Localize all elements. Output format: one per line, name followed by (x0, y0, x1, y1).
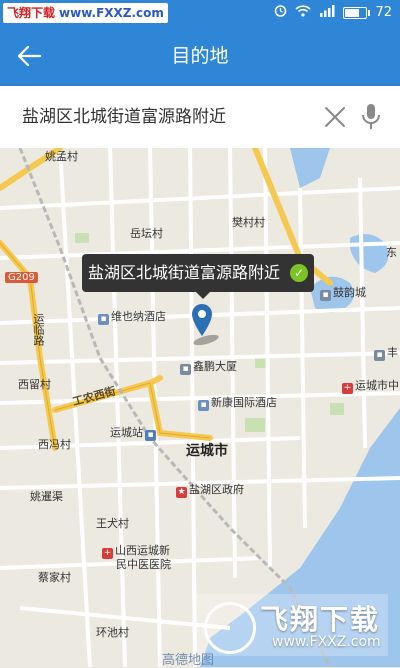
map-label-text: 运城市中 (355, 379, 399, 392)
map-pin-icon (192, 304, 219, 346)
watermark-top-site: www.FXXZ.com (59, 6, 164, 20)
map-label: 西留村 (18, 378, 51, 391)
watermark-url: www.FXXZ.com (272, 634, 381, 650)
hospital-icon: + (102, 548, 113, 559)
map-label-text: 鼓韵城 (333, 286, 366, 299)
map-label: 岳坛村 (130, 227, 163, 240)
map-label: 环池村 (96, 626, 129, 639)
battery-icon (343, 6, 371, 19)
alarm-icon (274, 4, 287, 21)
search-bar: 盐湖区北城街道富源路附近 (0, 86, 400, 149)
location-callout[interactable]: 盐湖区北城街道富源路附近 ✓ (82, 254, 315, 299)
signal-icon (319, 4, 335, 21)
page-title: 目的地 (171, 45, 229, 67)
hotel-icon: ▪ (98, 314, 109, 325)
map-label: ▪ 新康国际酒店 (198, 394, 277, 411)
map-provider-logo: 高德地图 (162, 653, 215, 668)
header: 目的地 (0, 26, 400, 86)
map-label: 姚暹渠 (30, 490, 63, 503)
map-label: 运城站 ▪ (110, 424, 158, 441)
map-label-text: 盐湖区政府 (189, 483, 244, 496)
map-view[interactable]: 姚孟村 岳坛村 樊村村 东 G209 运临路 ▪ 维也纳酒店 ▪ 鼓韵城 西留村 ▪… (0, 148, 400, 667)
hotel-icon: ▪ (198, 400, 209, 411)
government-icon: ★ (176, 487, 187, 498)
road-badge: G209 (5, 272, 38, 283)
callout-text: 盐湖区北城街道富源路附近 (88, 263, 281, 282)
map-label: 东 (386, 246, 397, 259)
map-label-text: 新康国际酒店 (211, 396, 277, 409)
status-bar: 飞翔下载 www.FXXZ.com 72 (0, 0, 400, 26)
clear-button[interactable] (322, 104, 348, 130)
train-station-icon: ▪ (145, 430, 156, 441)
map-label: 姚孟村 (45, 150, 78, 163)
watermark-top: 飞翔下载 www.FXXZ.com (3, 3, 168, 23)
building-icon: ▪ (180, 364, 191, 375)
city-label: 运城市 (186, 443, 228, 459)
location-pin[interactable] (186, 302, 226, 346)
map-label-text: 鑫鹏大厦 (193, 360, 237, 373)
map-label: 樊村村 (232, 216, 265, 229)
watermark-logo (204, 602, 256, 654)
wifi-icon (295, 4, 312, 21)
voice-input-button[interactable] (360, 102, 382, 132)
map-label-text: 维也纳酒店 (111, 310, 166, 323)
map-label: ▪ 丰 (374, 344, 398, 361)
map-label: 运临路 (32, 313, 45, 346)
status-icons: 72 (274, 4, 392, 21)
battery-percent: 72 (375, 5, 392, 20)
close-icon (325, 107, 345, 127)
map-label: ★ 盐湖区政府 (176, 481, 244, 498)
watermark-title: 飞翔下载 (260, 603, 381, 636)
destination-input[interactable]: 盐湖区北城街道富源路附近 (22, 86, 226, 148)
map-label: 西冯村 (38, 438, 71, 451)
confirm-check-icon[interactable]: ✓ (290, 264, 309, 282)
map-label: 王犬村 (96, 517, 129, 530)
map-label: 民中医医院 (116, 558, 171, 571)
watermark-top-name: 飞翔下载 (7, 6, 56, 20)
microphone-icon (362, 104, 380, 129)
map-label-text: 运城站 (110, 426, 143, 439)
building-icon: ▪ (374, 350, 385, 361)
map-label: ▪ 鼓韵城 (320, 284, 366, 301)
map-label: + 运城市中 (342, 377, 399, 394)
map-label: ▪ 维也纳酒店 (98, 308, 166, 325)
map-label: 蔡家村 (38, 571, 71, 584)
hospital-icon: + (342, 383, 353, 394)
map-label-text: 丰 (387, 346, 398, 359)
map-label: ▪ 鑫鹏大厦 (180, 358, 237, 375)
building-icon: ▪ (320, 290, 331, 301)
watermark-bottom: 飞翔下载 www.FXXZ.com (196, 594, 388, 656)
